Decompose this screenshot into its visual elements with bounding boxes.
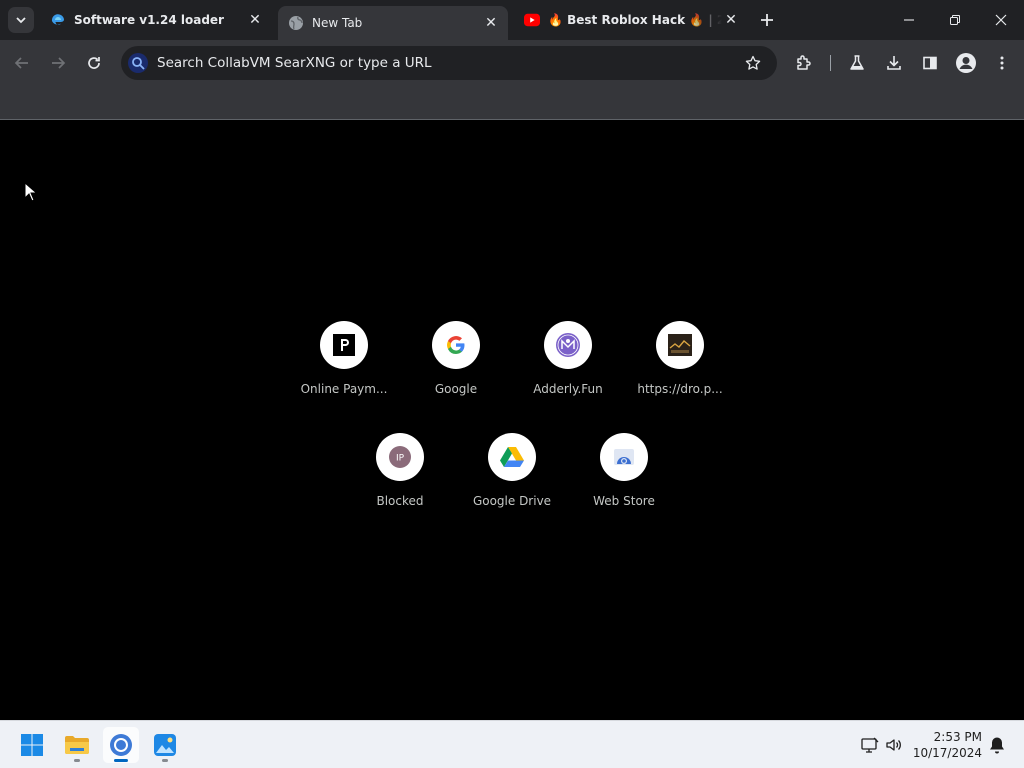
shortcut-tile[interactable]: Web Store xyxy=(568,409,680,521)
shortcut-tile[interactable]: Online Paym... xyxy=(288,297,400,409)
youtube-icon xyxy=(524,12,540,28)
tab-strip: Software v1.24 loader ✕ New Tab ✕ 🔥 Best… xyxy=(0,0,1024,40)
network-icon[interactable] xyxy=(860,735,880,755)
shortcut-tile[interactable]: Google xyxy=(400,297,512,409)
ip-badge-text: IP xyxy=(396,454,405,464)
running-indicator xyxy=(162,759,168,762)
shortcut-label: Blocked xyxy=(376,494,424,508)
photos-icon xyxy=(154,734,176,756)
downloads-button[interactable] xyxy=(879,48,909,78)
site-thumbnail-icon xyxy=(656,321,704,369)
shortcut-tile[interactable]: Adderly.Fun xyxy=(512,297,624,409)
tab-title: 🔥 Best Roblox Hack 🔥 | 2024 xyxy=(548,13,722,27)
restore-button[interactable] xyxy=(932,0,978,40)
tab-software-loader[interactable]: Software v1.24 loader ✕ xyxy=(40,0,272,40)
tab-roblox-video[interactable]: 🔥 Best Roblox Hack 🔥 | 2024 ✕ xyxy=(514,0,748,40)
reload-button[interactable] xyxy=(79,48,109,78)
google-g-icon xyxy=(432,321,480,369)
shortcut-label: Google xyxy=(434,382,478,396)
side-panel-icon xyxy=(923,56,937,70)
address-bar[interactable]: Search CollabVM SearXNG or type a URL xyxy=(121,46,777,80)
globe-icon xyxy=(288,15,304,31)
taskbar-file-explorer[interactable] xyxy=(59,727,95,763)
minimize-icon xyxy=(904,19,914,21)
restore-icon xyxy=(950,15,960,25)
tab-title: New Tab xyxy=(312,16,363,30)
shortcut-tile[interactable]: IP Blocked xyxy=(344,409,456,521)
bookmark-star-icon[interactable] xyxy=(741,51,765,75)
extensions-button[interactable] xyxy=(789,48,819,78)
tab-new-tab[interactable]: New Tab ✕ xyxy=(278,6,508,40)
clock-time: 2:53 PM xyxy=(933,730,982,744)
system-clock[interactable]: 2:53 PM 10/17/2024 xyxy=(910,729,982,761)
arrow-left-icon xyxy=(14,57,28,69)
search-engine-icon xyxy=(128,53,148,73)
adderly-logo-icon xyxy=(544,321,592,369)
edge-logo-icon xyxy=(50,12,66,28)
web-store-icon xyxy=(600,433,648,481)
side-panel-button[interactable] xyxy=(915,48,945,78)
tab-search-button[interactable] xyxy=(8,7,34,33)
letter-p-icon xyxy=(320,321,368,369)
new-tab-button[interactable] xyxy=(756,9,778,31)
notification-bell-icon[interactable] xyxy=(987,735,1007,755)
kebab-menu-icon xyxy=(1000,56,1004,70)
tab-title: Software v1.24 loader xyxy=(74,13,224,27)
close-tab-icon[interactable]: ✕ xyxy=(722,11,740,29)
taskbar-chrome[interactable] xyxy=(103,727,139,763)
google-drive-icon xyxy=(488,433,536,481)
shortcut-label: https://dro.p... xyxy=(637,382,723,396)
download-icon xyxy=(887,56,901,70)
shortcut-label: Adderly.Fun xyxy=(533,382,603,396)
close-tab-icon[interactable]: ✕ xyxy=(482,14,500,32)
close-tab-icon[interactable]: ✕ xyxy=(246,11,264,29)
address-bar-placeholder[interactable]: Search CollabVM SearXNG or type a URL xyxy=(157,55,741,71)
reload-icon xyxy=(88,57,100,69)
taskbar: 2:53 PM 10/17/2024 xyxy=(0,720,1024,768)
plus-icon xyxy=(761,14,773,26)
minimize-button[interactable] xyxy=(886,0,932,40)
puzzle-icon xyxy=(797,55,811,70)
running-indicator xyxy=(74,759,80,762)
close-window-button[interactable] xyxy=(978,0,1024,40)
chevron-down-icon xyxy=(16,17,26,24)
forward-button[interactable] xyxy=(43,48,73,78)
labs-button[interactable] xyxy=(842,48,872,78)
flask-icon xyxy=(850,55,864,70)
shortcut-label: Web Store xyxy=(593,494,655,508)
mouse-cursor-icon xyxy=(24,182,38,202)
folder-icon xyxy=(65,736,89,754)
shortcut-label: Google Drive xyxy=(472,494,552,508)
toolbar-separator xyxy=(830,55,831,71)
clock-date: 10/17/2024 xyxy=(912,746,982,760)
shortcut-tile[interactable]: Google Drive xyxy=(456,409,568,521)
arrow-right-icon xyxy=(52,57,66,69)
menu-button[interactable] xyxy=(987,48,1017,78)
running-indicator xyxy=(114,759,128,762)
volume-icon[interactable] xyxy=(884,735,904,755)
bookmarks-bar xyxy=(0,86,1024,120)
start-button[interactable] xyxy=(14,727,50,763)
back-button[interactable] xyxy=(7,48,37,78)
chrome-logo-icon xyxy=(110,734,132,756)
ip-badge-icon: IP xyxy=(376,433,424,481)
shortcut-tile[interactable]: https://dro.p... xyxy=(624,297,736,409)
close-icon xyxy=(995,14,1007,26)
taskbar-photos[interactable] xyxy=(147,727,183,763)
profile-avatar-icon xyxy=(956,53,976,73)
windows-logo-icon xyxy=(21,734,43,756)
profile-button[interactable] xyxy=(951,48,981,78)
shortcut-label: Online Paym... xyxy=(300,382,388,396)
